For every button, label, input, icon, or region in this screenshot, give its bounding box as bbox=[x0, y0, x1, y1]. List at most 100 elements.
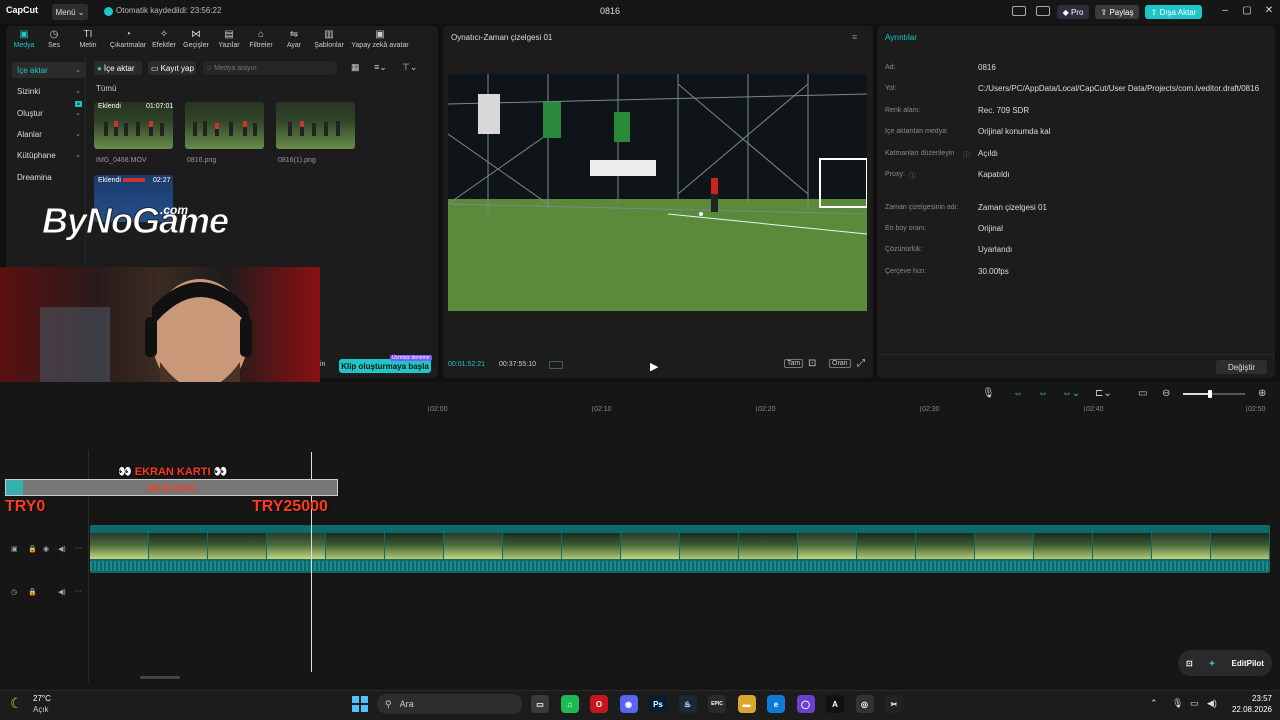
sidebar-item-yours[interactable]: Sizinki ⌄ bbox=[12, 83, 86, 99]
play-icon[interactable]: ▶ bbox=[650, 360, 658, 373]
media-thumbnail[interactable] bbox=[276, 102, 355, 149]
video-clip[interactable] bbox=[90, 525, 1270, 573]
focus-icon[interactable]: ⊡ bbox=[808, 358, 816, 369]
record-button[interactable]: ▭ Kayıt yap bbox=[148, 61, 196, 75]
taskbar-time[interactable]: 23:57 bbox=[1240, 694, 1272, 703]
magnet-icon[interactable]: ⇔ bbox=[1038, 388, 1048, 399]
filter-icon[interactable]: ⊤⌄ bbox=[402, 62, 417, 73]
sort-icon[interactable]: ≡⌄ bbox=[374, 62, 387, 73]
grid-view-icon[interactable]: ▦ bbox=[351, 62, 360, 73]
zoom-slider-handle[interactable] bbox=[1208, 390, 1212, 398]
lock-icon[interactable]: 🔒 bbox=[28, 545, 37, 553]
file-explorer-icon[interactable]: ▭ bbox=[531, 695, 549, 713]
menu-button[interactable]: Menü ⌄ bbox=[52, 4, 88, 20]
tab-label: Şablonlar bbox=[314, 42, 344, 49]
sidebar-item-label: İçe aktar bbox=[17, 65, 48, 75]
network-icon[interactable]: ▭ bbox=[1190, 698, 1199, 709]
watermark-suffix: .com bbox=[160, 203, 189, 217]
snap-icon[interactable]: ⇔⌄ bbox=[1062, 388, 1080, 399]
tab-transitions[interactable]: ⋈ Geçişler bbox=[178, 28, 214, 54]
microphone-icon[interactable]: 🎙 bbox=[982, 388, 995, 399]
tab-templates[interactable]: ▥ Şablonlar bbox=[311, 28, 347, 54]
editpilot-button[interactable]: ⊡ ✦ EditPilot bbox=[1178, 650, 1272, 676]
folder-icon[interactable]: ▬ bbox=[737, 695, 756, 713]
close-icon[interactable]: ✕ bbox=[1262, 5, 1276, 16]
more-icon[interactable]: ··· bbox=[75, 545, 82, 552]
tab-adjust[interactable]: ⇋ Ayar bbox=[276, 28, 312, 54]
tab-text[interactable]: TI Metin bbox=[70, 28, 106, 54]
shortcut-icon[interactable] bbox=[1036, 6, 1050, 16]
tab-filters[interactable]: ⌂ Filtreler bbox=[243, 28, 279, 54]
zoom-in-icon[interactable]: ⊕ bbox=[1258, 388, 1266, 399]
track-video-icon[interactable]: ▣ bbox=[11, 545, 18, 553]
app-a-icon[interactable]: A bbox=[826, 695, 844, 713]
spotify-icon[interactable]: ♫ bbox=[560, 695, 579, 713]
edge-icon[interactable]: e bbox=[767, 695, 785, 713]
share-button[interactable]: ⇪ Paylaş bbox=[1095, 5, 1139, 19]
tab-stickers[interactable]: ◔ Çıkartmalar bbox=[108, 28, 148, 54]
speaker-icon[interactable]: ◀) bbox=[58, 588, 66, 596]
windows-start-icon[interactable] bbox=[352, 696, 368, 712]
ruler-tick bbox=[920, 406, 921, 412]
sidebar-item-spaces[interactable]: Alanlar ⌄ bbox=[12, 126, 86, 142]
discord-icon[interactable]: ◉ bbox=[619, 695, 638, 713]
lock-icon[interactable]: 🔒 bbox=[28, 588, 37, 596]
speaker-icon[interactable]: ◀) bbox=[58, 545, 66, 553]
change-button[interactable]: Değiştir bbox=[1216, 360, 1267, 374]
sidebar-item-dreamina[interactable]: Dreamina bbox=[12, 169, 86, 185]
fullscreen-icon[interactable]: ⤢ bbox=[857, 358, 865, 369]
import-button[interactable]: ● İçe aktar bbox=[94, 61, 142, 75]
microphone-icon[interactable]: 🎙 bbox=[1172, 698, 1183, 709]
opera-icon[interactable]: O bbox=[590, 695, 608, 713]
media-search-input[interactable] bbox=[214, 64, 325, 72]
clip-frame bbox=[1152, 533, 1210, 559]
split-icon[interactable]: ⊏⌄ bbox=[1095, 388, 1112, 399]
media-search[interactable]: ○ bbox=[203, 61, 337, 75]
detail-value: Rec. 709 SDR bbox=[978, 106, 1030, 115]
sidebar-item-create[interactable]: Oluştur ⌄ bbox=[12, 105, 86, 121]
ratio-button[interactable]: Oran bbox=[829, 359, 851, 368]
full-button[interactable]: Tam bbox=[784, 359, 804, 368]
taskbar-date[interactable]: 22.08.2026 bbox=[1227, 705, 1272, 714]
taskbar-search[interactable]: ⚲ Ara bbox=[377, 694, 522, 714]
player-menu-icon[interactable]: ≡ bbox=[852, 32, 857, 42]
photoshop-icon[interactable]: Ps bbox=[649, 695, 667, 713]
zoom-out-icon[interactable]: ⊖ bbox=[1162, 388, 1170, 399]
sidebar-item-library[interactable]: Kütüphane ⌄ bbox=[12, 147, 86, 163]
info-icon[interactable]: ⓘ bbox=[909, 171, 916, 181]
avatar-icon: ▣ bbox=[375, 29, 385, 40]
waveform-icon[interactable] bbox=[549, 361, 563, 369]
epic-games-icon[interactable]: EPIC bbox=[708, 695, 726, 713]
moon-icon[interactable]: ☾ bbox=[10, 695, 23, 712]
maximize-icon[interactable]: ▢ bbox=[1240, 5, 1254, 16]
clip-frame bbox=[798, 533, 856, 559]
start-clip-button[interactable]: Klip oluşturmaya başla bbox=[339, 359, 431, 373]
tab-captions[interactable]: ▤ Yazılar bbox=[211, 28, 247, 54]
more-icon[interactable]: ··· bbox=[75, 588, 82, 595]
tab-effects[interactable]: ✧ Efektler bbox=[146, 28, 182, 54]
layout-icon[interactable] bbox=[1012, 6, 1026, 16]
capcut-icon[interactable]: ✂ bbox=[885, 695, 903, 713]
steam-icon[interactable]: ♨ bbox=[678, 695, 697, 713]
zoom-slider[interactable] bbox=[1183, 390, 1245, 398]
export-button[interactable]: ⇧ Dışa Aktar bbox=[1145, 5, 1202, 19]
preview-icon[interactable]: ▭ bbox=[1138, 388, 1147, 399]
track-audio-icon[interactable]: ◷ bbox=[11, 588, 17, 596]
volume-icon[interactable]: ◀) bbox=[1207, 698, 1217, 709]
obs-icon[interactable]: ◎ bbox=[855, 695, 874, 713]
title-bar: CapCut Menü ⌄ Otomatik kaydedildi: 23:56… bbox=[0, 0, 1280, 24]
chevron-up-icon[interactable]: ⌃ bbox=[1150, 698, 1158, 709]
minimize-icon[interactable]: – bbox=[1218, 5, 1232, 16]
horizontal-scrollbar[interactable] bbox=[140, 676, 180, 679]
pro-button[interactable]: ◆ Pro bbox=[1057, 5, 1089, 19]
info-icon[interactable]: ⓘ bbox=[963, 150, 970, 160]
media-thumbnail[interactable] bbox=[185, 102, 264, 149]
filter-all[interactable]: Tümü bbox=[96, 84, 116, 93]
tab-audio[interactable]: ◷ Ses bbox=[36, 28, 72, 54]
eye-icon[interactable]: ◉ bbox=[43, 545, 49, 553]
video-preview[interactable] bbox=[448, 74, 867, 311]
sidebar-item-import[interactable]: İçe aktar ⌄ bbox=[12, 62, 86, 78]
link-icon[interactable]: ⇔ bbox=[1013, 388, 1023, 399]
app-circle-icon[interactable]: ◯ bbox=[796, 695, 815, 713]
tab-ai-avatar[interactable]: ▣ Yapay zekâ avatar bbox=[349, 28, 411, 54]
